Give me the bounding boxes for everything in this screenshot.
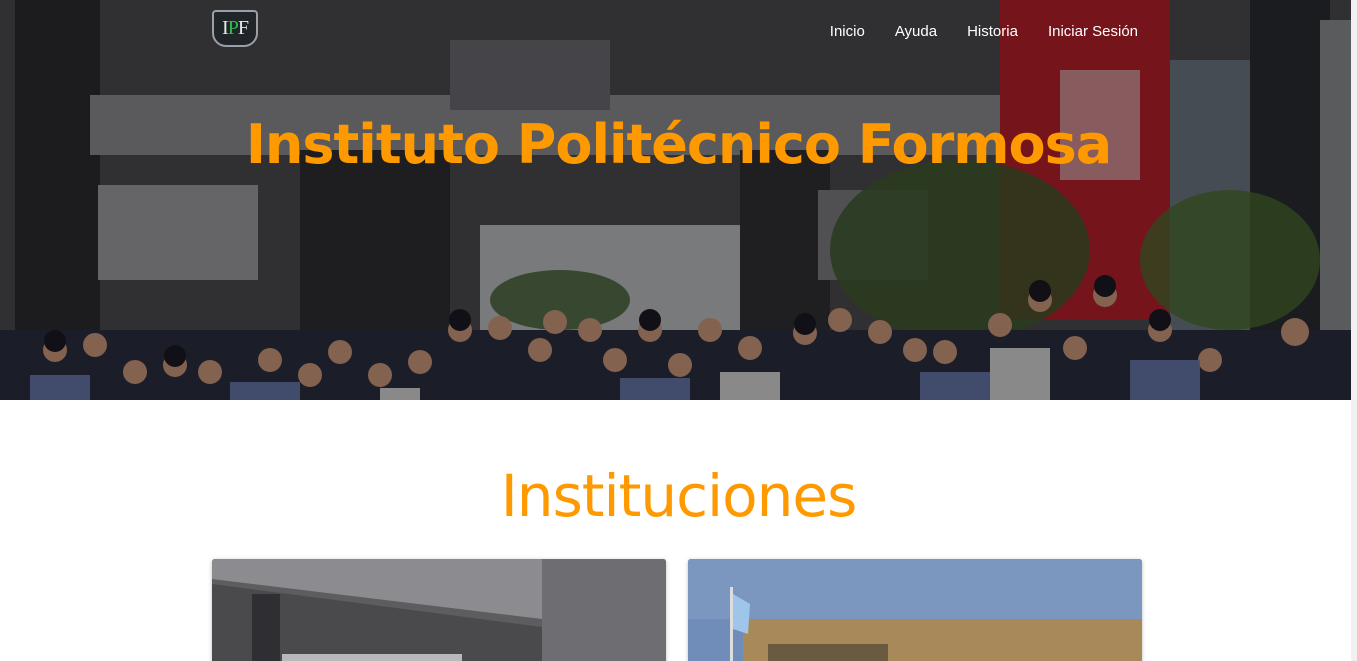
logo-letter-f: F bbox=[237, 17, 249, 39]
instituciones-title: Instituciones bbox=[500, 462, 858, 530]
institution-card-2-image bbox=[688, 559, 1142, 661]
nav-links: Inicio Ayuda Historia Iniciar Sesión bbox=[830, 22, 1138, 42]
institution-card-1-image bbox=[212, 559, 666, 661]
navbar: IPF Inicio Ayuda Historia Iniciar Sesión bbox=[0, 0, 1357, 64]
hero-banner: IPF Inicio Ayuda Historia Iniciar Sesión… bbox=[0, 0, 1357, 400]
scrollbar[interactable] bbox=[1351, 0, 1357, 661]
hero-title: Instituto Politécnico Formosa bbox=[245, 113, 1112, 176]
logo-letter-p: P bbox=[227, 17, 239, 39]
nav-link-historia[interactable]: Historia bbox=[967, 22, 1018, 42]
institution-card-2[interactable] bbox=[688, 559, 1142, 661]
logo[interactable]: IPF bbox=[212, 10, 258, 47]
nav-link-iniciar-sesion[interactable]: Iniciar Sesión bbox=[1048, 22, 1138, 42]
institution-card-1[interactable] bbox=[212, 559, 666, 661]
nav-link-ayuda[interactable]: Ayuda bbox=[895, 22, 937, 42]
nav-link-inicio[interactable]: Inicio bbox=[830, 22, 865, 42]
